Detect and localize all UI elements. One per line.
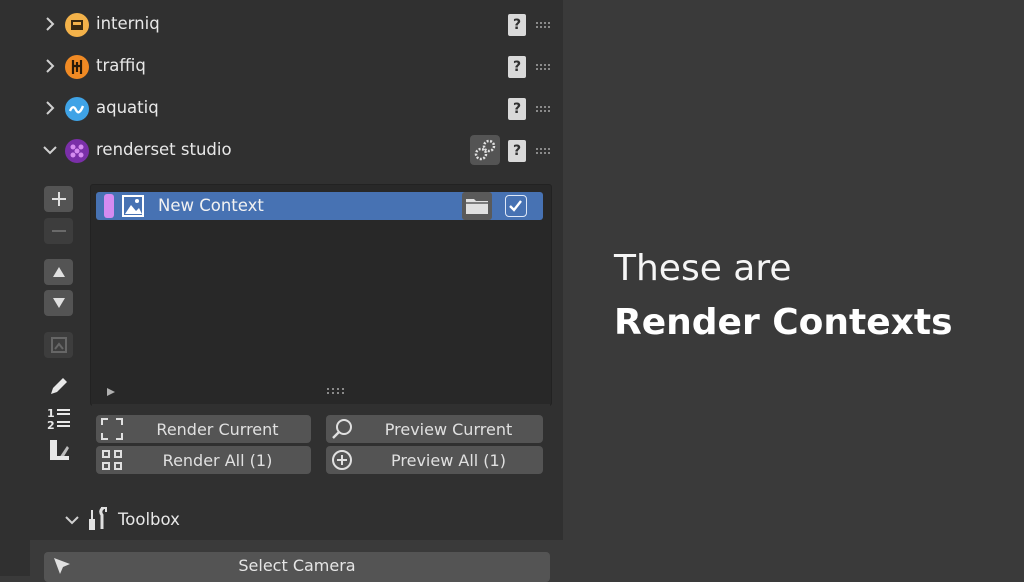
render-current-button[interactable]: Render Current — [96, 415, 311, 443]
traffiq-logo-icon — [65, 55, 89, 79]
palette-icon — [49, 440, 69, 460]
button-label: Render All (1) — [162, 451, 273, 470]
button-label: Select Camera — [238, 556, 356, 575]
palette-button[interactable] — [44, 437, 73, 463]
button-label: Preview All (1) — [391, 451, 506, 470]
triangle-up-icon — [52, 267, 65, 277]
checkmark-icon — [509, 200, 522, 212]
open-folder-button[interactable] — [462, 192, 492, 220]
numbered-list-button[interactable]: 1 2 — [44, 405, 73, 431]
addon-label: renderset studio — [96, 140, 232, 159]
move-up-button[interactable] — [44, 259, 73, 285]
toolbox-title: Toolbox — [118, 510, 180, 529]
edit-context-button[interactable] — [44, 373, 73, 399]
addon-panel: interniq ? traffiq ? aquatiq ? renderset… — [0, 0, 563, 582]
addon-row-aquatiq[interactable]: aquatiq ? — [0, 92, 560, 126]
help-book-icon[interactable]: ? — [506, 97, 528, 121]
addon-label: interniq — [96, 14, 160, 33]
help-book-icon[interactable]: ? — [506, 55, 528, 79]
toolbox-header[interactable]: Toolbox — [60, 505, 360, 535]
caption-line-2: Render Contexts — [614, 302, 953, 343]
preview-current-button[interactable]: Preview Current — [326, 415, 543, 443]
help-book-icon[interactable]: ? — [506, 13, 528, 37]
folder-icon — [466, 199, 488, 214]
chevron-right-icon[interactable] — [42, 58, 58, 74]
renderset-logo-icon — [65, 139, 89, 163]
addon-label: traffiq — [96, 56, 146, 75]
preferences-button[interactable] — [470, 135, 500, 165]
chevron-down-icon[interactable] — [64, 512, 80, 528]
include-checkbox[interactable] — [505, 195, 527, 217]
tools-icon — [89, 506, 107, 530]
pencil-icon — [50, 378, 67, 394]
chevron-down-icon[interactable] — [42, 142, 58, 158]
toolbox-panel: Select Camera — [30, 540, 563, 582]
aquatiq-logo-icon — [65, 97, 89, 121]
drag-grip-icon[interactable] — [536, 64, 550, 70]
context-color-swatch[interactable] — [104, 194, 114, 218]
addon-row-interniq[interactable]: interniq ? — [0, 8, 560, 42]
addon-row-traffiq[interactable]: traffiq ? — [0, 50, 560, 84]
numbered-list-icon: 1 2 — [47, 407, 70, 430]
caption-line-1: These are — [614, 248, 792, 289]
interniq-logo-icon — [65, 13, 89, 37]
add-context-button[interactable] — [44, 186, 73, 212]
image-copy-icon — [50, 337, 67, 353]
svg-text:?: ? — [513, 17, 521, 33]
button-label: Preview Current — [384, 420, 513, 439]
image-icon — [122, 195, 144, 217]
drag-grip-icon[interactable] — [536, 22, 550, 28]
move-down-button[interactable] — [44, 290, 73, 316]
render-all-button[interactable]: Render All (1) — [96, 446, 311, 474]
svg-text:2: 2 — [47, 419, 55, 430]
list-resize-grip-icon[interactable] — [327, 388, 345, 394]
chevron-right-icon[interactable] — [42, 16, 58, 32]
addon-row-renderset-studio[interactable]: renderset studio ? — [0, 134, 560, 168]
help-book-icon[interactable]: ? — [506, 139, 528, 163]
svg-text:?: ? — [513, 143, 521, 159]
context-name[interactable]: New Context — [158, 196, 264, 215]
svg-text:?: ? — [513, 59, 521, 75]
plus-icon — [51, 192, 66, 206]
expand-filter-icon[interactable] — [106, 387, 116, 397]
drag-grip-icon[interactable] — [536, 148, 550, 154]
button-label: Render Current — [156, 420, 279, 439]
svg-text:?: ? — [513, 101, 521, 117]
action-buttons: Render Current Preview Current Render Al… — [92, 404, 550, 484]
minus-icon — [51, 230, 66, 232]
drag-grip-icon[interactable] — [536, 106, 550, 112]
preview-all-button[interactable]: Preview All (1) — [326, 446, 543, 474]
gears-icon — [474, 139, 496, 161]
remove-context-button[interactable] — [44, 218, 73, 244]
chevron-right-icon[interactable] — [42, 100, 58, 116]
triangle-down-icon — [52, 298, 65, 308]
addon-label: aquatiq — [96, 98, 159, 117]
select-camera-button[interactable]: Select Camera — [44, 552, 550, 582]
duplicate-context-button[interactable] — [44, 332, 73, 358]
list-item[interactable]: New Context — [96, 192, 543, 220]
